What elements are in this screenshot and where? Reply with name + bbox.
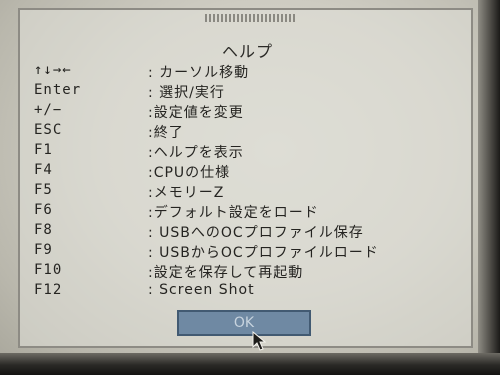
key-label: +/− xyxy=(34,102,63,118)
key-label: F5 xyxy=(34,182,53,198)
help-row-f5: F5 :メモリーZ xyxy=(20,182,475,201)
help-row-f4: F4 :CPUの仕様 xyxy=(20,162,475,181)
key-description: :メモリーZ xyxy=(148,185,225,201)
key-description: :設定を保存して再起動 xyxy=(148,265,304,281)
help-row-f1: F1 :ヘルプを表示 xyxy=(20,142,475,161)
key-label: F12 xyxy=(34,282,63,298)
key-label: ESC xyxy=(34,122,63,138)
key-label: F9 xyxy=(34,242,53,258)
key-description: :デフォルト設定をロード xyxy=(148,205,319,221)
key-description: :終了 xyxy=(148,125,184,141)
key-label: ↑↓→← xyxy=(34,62,72,78)
key-description: :CPUの仕様 xyxy=(148,165,231,181)
key-description: : 選択/実行 xyxy=(148,85,225,101)
dialog-drag-handle[interactable] xyxy=(205,14,295,22)
key-description: : カーソル移動 xyxy=(148,65,250,81)
key-description: : USBへのOCプロファイル保存 xyxy=(148,225,364,241)
key-label: F1 xyxy=(34,142,53,158)
help-row-f9: F9 : USBからOCプロファイルロード xyxy=(20,242,475,261)
help-row-plus-minus: +/− :設定値を変更 xyxy=(20,102,475,121)
key-label: F6 xyxy=(34,202,53,218)
key-label: F8 xyxy=(34,222,53,238)
help-row-f10: F10 :設定を保存して再起動 xyxy=(20,262,475,281)
help-row-enter: Enter : 選択/実行 xyxy=(20,82,475,101)
help-row-f6: F6 :デフォルト設定をロード xyxy=(20,202,475,221)
key-label: F4 xyxy=(34,162,53,178)
help-row-f12: F12 : Screen Shot xyxy=(20,282,475,300)
key-label: Enter xyxy=(34,82,82,98)
help-row-f8: F8 : USBへのOCプロファイル保存 xyxy=(20,222,475,241)
dialog-title: ヘルプ xyxy=(221,42,273,61)
monitor-bezel-right xyxy=(478,0,500,375)
key-description: : USBからOCプロファイルロード xyxy=(148,245,379,261)
key-label: F10 xyxy=(34,262,63,278)
key-description: :設定値を変更 xyxy=(148,105,244,121)
key-description: : Screen Shot xyxy=(148,282,255,298)
mouse-pointer-icon xyxy=(252,331,266,351)
ok-button[interactable]: OK xyxy=(177,310,311,336)
monitor-bezel-bottom xyxy=(0,353,500,375)
help-row-esc: ESC :終了 xyxy=(20,122,475,141)
help-row-arrows: ↑↓→← : カーソル移動 xyxy=(20,62,475,81)
help-dialog: ヘルプ ↑↓→← : カーソル移動 Enter : 選択/実行 +/− :設定値… xyxy=(18,8,475,351)
key-description: :ヘルプを表示 xyxy=(148,145,244,161)
